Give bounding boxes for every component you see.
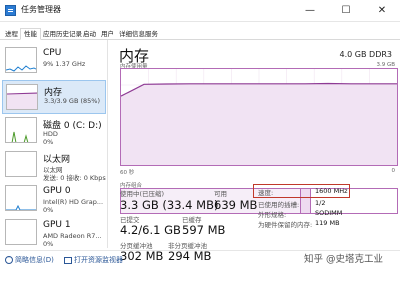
slots-used-value: 1/2: [315, 199, 326, 207]
graph-axis-left: 60 秒: [120, 170, 135, 176]
sidebar-cpu-usage: 9% 1.37 GHz: [43, 60, 86, 68]
open-resource-monitor-link[interactable]: 打开资源监视器: [64, 255, 123, 265]
hardware-reserved-label: 为硬件保留的内存:: [258, 221, 313, 229]
gpu1-graph-icon: [5, 219, 37, 245]
sidebar-item-disk[interactable]: 磁盘 0 (C: D:) HDD 0%: [2, 114, 106, 148]
tab-users[interactable]: 用户: [98, 29, 117, 40]
sidebar-gpu1-model: AMD Radeon R7...: [43, 232, 102, 240]
tab-services[interactable]: 服务: [142, 29, 161, 40]
memory-usage-area: [121, 83, 397, 165]
graph-axis-right: 0: [391, 168, 396, 174]
form-factor-value: SODIMM: [315, 209, 343, 217]
available-value: 639 MB: [214, 198, 258, 212]
tab-bar: 进程 性能 应用历史记录 启动 用户 详细信息 服务: [0, 28, 400, 40]
sidebar-cpu-name: CPU: [43, 48, 62, 58]
open-resource-monitor-label: 打开资源监视器: [74, 256, 123, 264]
sidebar-disk-usage: 0%: [43, 138, 54, 146]
fewer-details-link[interactable]: ˄ 简略信息(D): [5, 255, 54, 265]
committed-value: 4.2/6.1 GB: [120, 223, 181, 237]
minimize-button[interactable]: —: [292, 0, 328, 21]
resource-sidebar: CPU 9% 1.37 GHz 内存 3.3/3.9 GB (85%) 磁盘 0…: [0, 40, 108, 248]
slots-used-label: 已使用的插槽:: [258, 201, 300, 209]
tab-startup[interactable]: 启动: [80, 29, 99, 40]
sidebar-item-cpu[interactable]: CPU 9% 1.37 GHz: [2, 44, 106, 78]
chevron-up-icon: ˄: [5, 256, 13, 264]
speed-label: 速度:: [258, 189, 274, 197]
in-use-label: 使用中(已压缩): [120, 190, 165, 198]
sidebar-item-memory[interactable]: 内存 3.3/3.9 GB (85%): [2, 80, 106, 114]
in-use-value: 3.3 GB (33.4 MB): [120, 198, 219, 212]
sidebar-gpu1-name: GPU 1: [43, 220, 71, 230]
close-button[interactable]: ✕: [364, 0, 400, 21]
form-factor-label: 外形规格:: [258, 211, 287, 219]
disk-graph-icon: [5, 117, 37, 143]
memory-usage-graph: [120, 68, 398, 166]
sidebar-gpu0-usage: 0%: [43, 206, 54, 214]
cpu-graph-icon: [5, 47, 37, 73]
memory-capacity: 4.0 GB DDR3: [339, 50, 392, 59]
sidebar-item-gpu0[interactable]: GPU 0 Intel(R) HD Grap... 0%: [2, 182, 106, 216]
sidebar-gpu0-model: Intel(R) HD Grap...: [43, 198, 104, 206]
sidebar-disk-type: HDD: [43, 130, 58, 138]
sidebar-gpu1-usage: 0%: [43, 240, 54, 248]
memory-graph-icon: [6, 84, 38, 110]
ethernet-graph-icon: [5, 151, 37, 177]
sidebar-ethernet-throughput: 发送: 0 接收: 0 Kbps: [43, 174, 106, 182]
available-label: 可用: [214, 190, 227, 198]
hardware-reserved-value: 119 MB: [315, 219, 340, 227]
task-manager-icon: [5, 5, 16, 16]
window-title: 任务管理器: [21, 5, 61, 14]
sidebar-gpu0-name: GPU 0: [43, 186, 71, 196]
resource-monitor-icon: [64, 256, 72, 264]
title-bar: 任务管理器 — ☐ ✕: [0, 0, 400, 22]
speed-value: 1600 MHz: [315, 187, 348, 195]
fewer-details-label: 简略信息(D): [15, 256, 54, 264]
cached-value: 597 MB: [182, 223, 226, 237]
memory-detail-panel: 内存 4.0 GB DDR3 内存使用量 3.9 GB 60 秒 0 内存组合: [112, 40, 400, 250]
memory-usage-chart: [120, 69, 397, 165]
maximize-button[interactable]: ☐: [328, 0, 364, 21]
sidebar-item-ethernet[interactable]: 以太网 以太网 发送: 0 接收: 0 Kbps: [2, 148, 106, 182]
sidebar-memory-usage: 3.3/3.9 GB (85%): [44, 97, 101, 105]
watermark: 知乎 @史塔克工业: [304, 254, 384, 265]
tab-processes[interactable]: 进程: [2, 29, 21, 40]
gpu0-graph-icon: [5, 185, 37, 211]
footer-bar: ˄ 简略信息(D) 打开资源监视器 知乎 @史塔克工业: [0, 250, 400, 299]
tab-app-history[interactable]: 应用历史记录: [40, 29, 85, 40]
tab-performance[interactable]: 性能: [20, 28, 41, 40]
sidebar-item-gpu1[interactable]: GPU 1 AMD Radeon R7... 0%: [2, 216, 106, 250]
